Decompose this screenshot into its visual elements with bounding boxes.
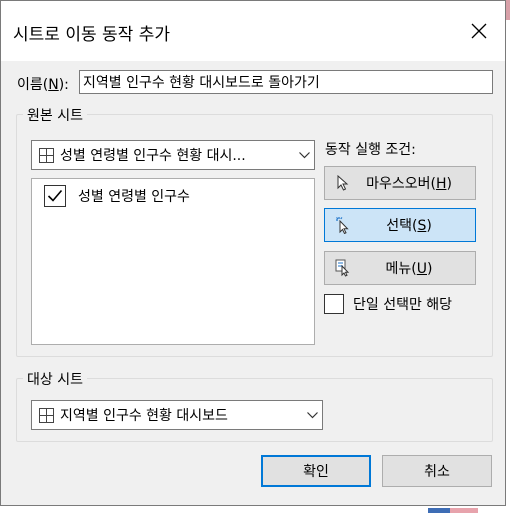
background-block [428, 508, 450, 513]
single-select-only-label: 단일 선택만 해당 [353, 297, 453, 313]
background-block [450, 508, 478, 513]
close-icon [471, 23, 487, 39]
name-input[interactable] [79, 70, 493, 94]
cancel-button[interactable]: 취소 [382, 455, 492, 487]
checkmark-icon [47, 189, 63, 202]
select-button[interactable]: 선택(S) [324, 208, 476, 242]
source-sheet-list: 성별 연령별 인구수 [31, 178, 315, 345]
ok-button[interactable]: 확인 [261, 455, 371, 487]
chevron-down-icon [302, 411, 322, 419]
single-select-only-checkbox[interactable]: 단일 선택만 해당 [324, 294, 452, 314]
background-strip [0, 506, 510, 513]
background-strip [506, 0, 510, 20]
dialog-title: 시트로 이동 동작 추가 [13, 25, 170, 45]
chevron-down-icon [294, 151, 314, 159]
title-bar: 시트로 이동 동작 추가 [1, 1, 505, 61]
source-sheet-dropdown-value: 성별 연령별 인구수 현황 대시... [60, 148, 246, 164]
run-condition-label: 동작 실행 조건: [325, 142, 416, 158]
dashboard-grid-icon [39, 147, 54, 163]
target-sheet-dropdown-value: 지역별 인구수 현황 대시보드 [60, 408, 228, 424]
pointer-arrow-icon [325, 175, 361, 191]
menu-button[interactable]: 메뉴(U) [324, 251, 476, 285]
dashboard-grid-icon [39, 407, 54, 423]
add-go-to-sheet-action-dialog: 시트로 이동 동작 추가 이름(N): 원본 시트 성별 연령별 인구수 현황 … [0, 0, 506, 506]
menu-pointer-icon [325, 259, 361, 277]
name-label: 이름(N): [17, 77, 69, 93]
sheet-checkbox[interactable] [44, 185, 66, 207]
click-pointer-icon [325, 216, 361, 234]
list-item[interactable]: 성별 연령별 인구수 [44, 185, 190, 207]
source-sheet-group-title: 원본 시트 [23, 105, 87, 125]
mouseover-button[interactable]: 마우스오버(H) [324, 166, 476, 200]
target-sheet-dropdown[interactable]: 지역별 인구수 현황 대시보드 [31, 400, 323, 430]
checkbox-box[interactable] [324, 294, 344, 314]
source-sheet-dropdown[interactable]: 성별 연령별 인구수 현황 대시... [31, 140, 315, 170]
close-button[interactable] [459, 13, 499, 49]
sheet-label: 성별 연령별 인구수 [78, 189, 190, 205]
target-sheet-group-title: 대상 시트 [23, 369, 87, 389]
